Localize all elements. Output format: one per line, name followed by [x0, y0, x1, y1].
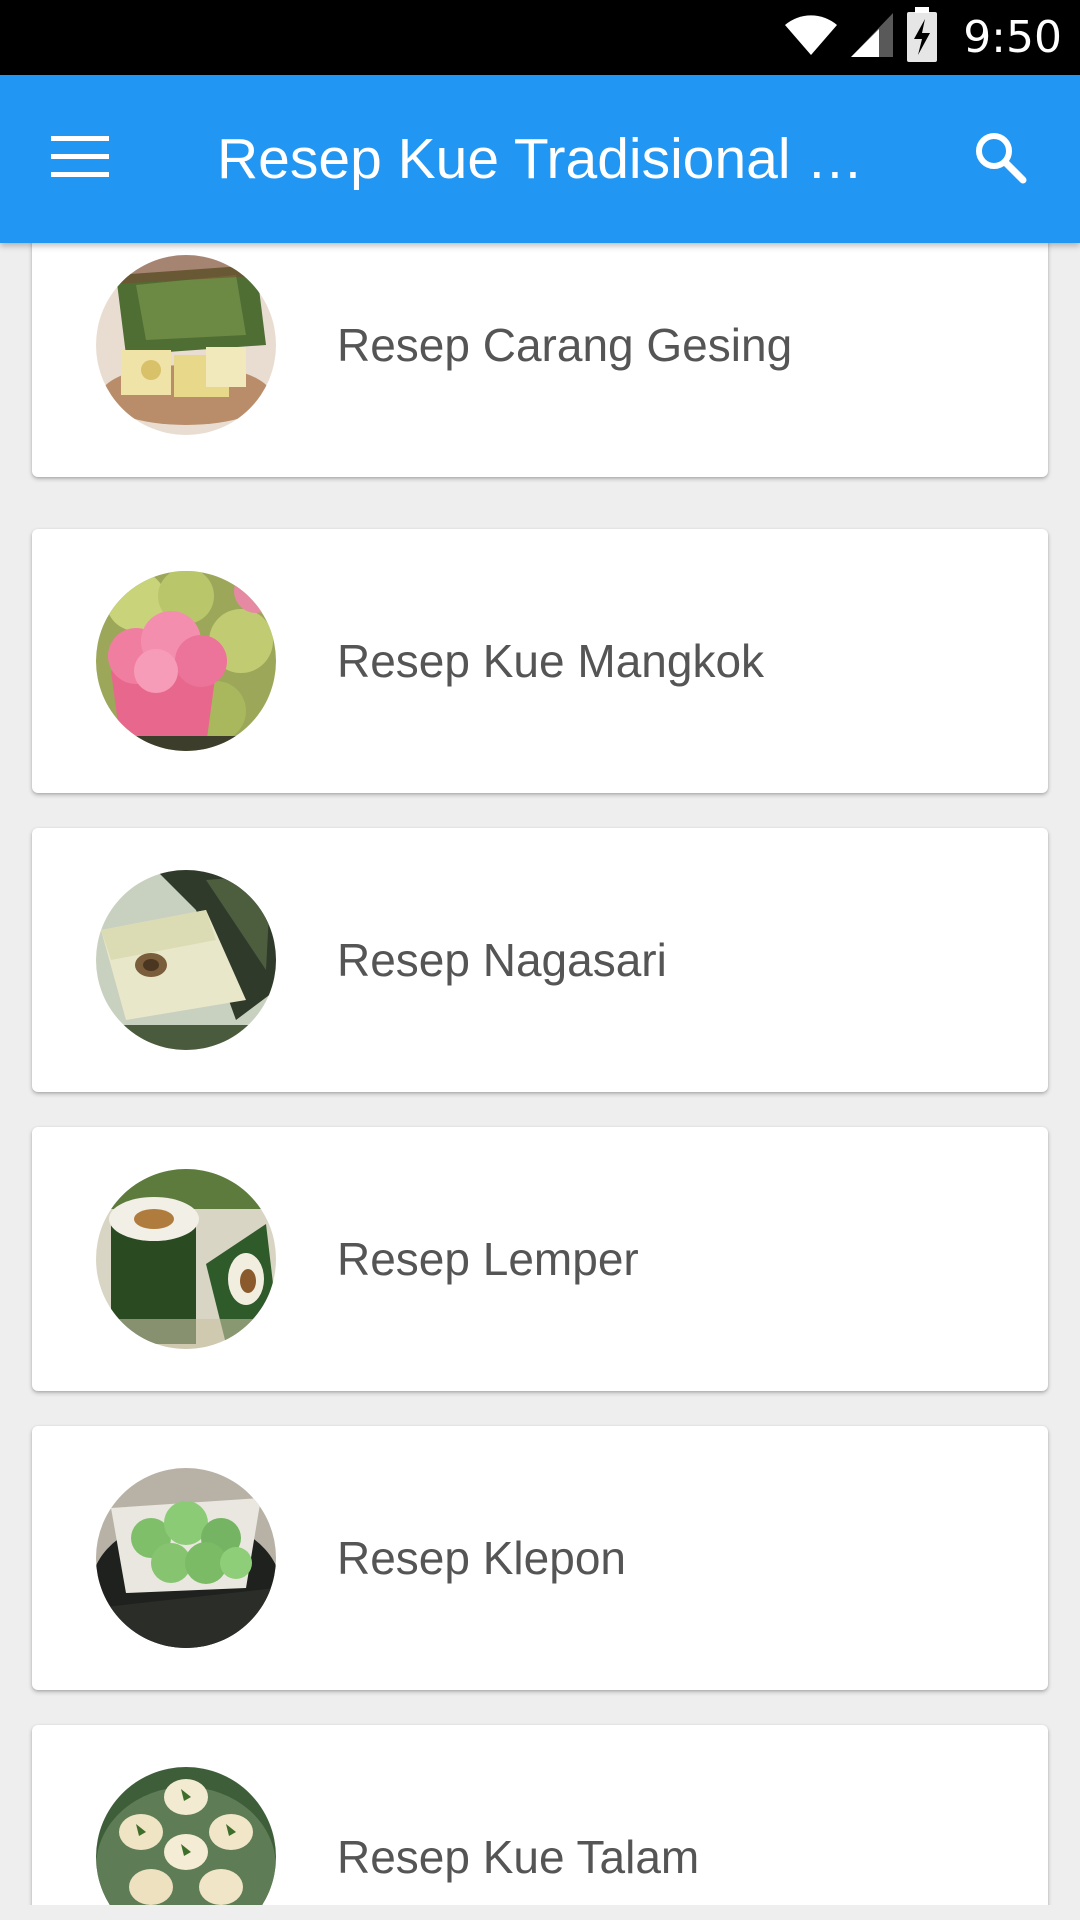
status-icons: 9:50	[783, 0, 1062, 75]
wifi-icon	[783, 13, 839, 62]
recipe-title: Resep Nagasari	[337, 934, 667, 986]
recipe-title: Resep Carang Gesing	[337, 319, 793, 371]
lemper-thumbnail	[96, 1169, 276, 1349]
list-item[interactable]: Resep Kue Mangkok	[32, 529, 1048, 793]
carang-gesing-thumbnail	[96, 255, 276, 435]
status-time: 9:50	[963, 12, 1062, 63]
recipe-title: Resep Kue Mangkok	[337, 635, 765, 687]
nagasari-thumbnail	[96, 870, 276, 1050]
search-icon	[972, 129, 1028, 190]
recipe-list[interactable]: Resep Carang Gesing Resep Kue Mangkok Re…	[0, 243, 1080, 1905]
search-button[interactable]	[950, 109, 1050, 209]
hamburger-menu-icon	[51, 135, 109, 183]
cell-signal-icon	[849, 11, 895, 64]
status-bar: 9:50	[0, 0, 1080, 75]
page-title: Resep Kue Tradisional Indonesia	[217, 127, 867, 191]
app-bar: Resep Kue Tradisional Indonesia	[0, 75, 1080, 243]
recipe-title: Resep Klepon	[337, 1532, 626, 1584]
list-item[interactable]: Resep Lemper	[32, 1127, 1048, 1391]
recipe-title: Resep Lemper	[337, 1233, 639, 1285]
klepon-thumbnail	[96, 1468, 276, 1648]
menu-button[interactable]	[30, 109, 130, 209]
kue-mangkok-thumbnail	[96, 571, 276, 751]
list-item[interactable]: Resep Carang Gesing	[32, 243, 1048, 477]
list-item[interactable]: Resep Nagasari	[32, 828, 1048, 1092]
recipe-title: Resep Kue Talam	[337, 1831, 700, 1883]
battery-charging-icon	[905, 7, 939, 68]
kue-talam-thumbnail	[96, 1767, 276, 1905]
list-item[interactable]: Resep Klepon	[32, 1426, 1048, 1690]
list-item[interactable]: Resep Kue Talam	[32, 1725, 1048, 1905]
